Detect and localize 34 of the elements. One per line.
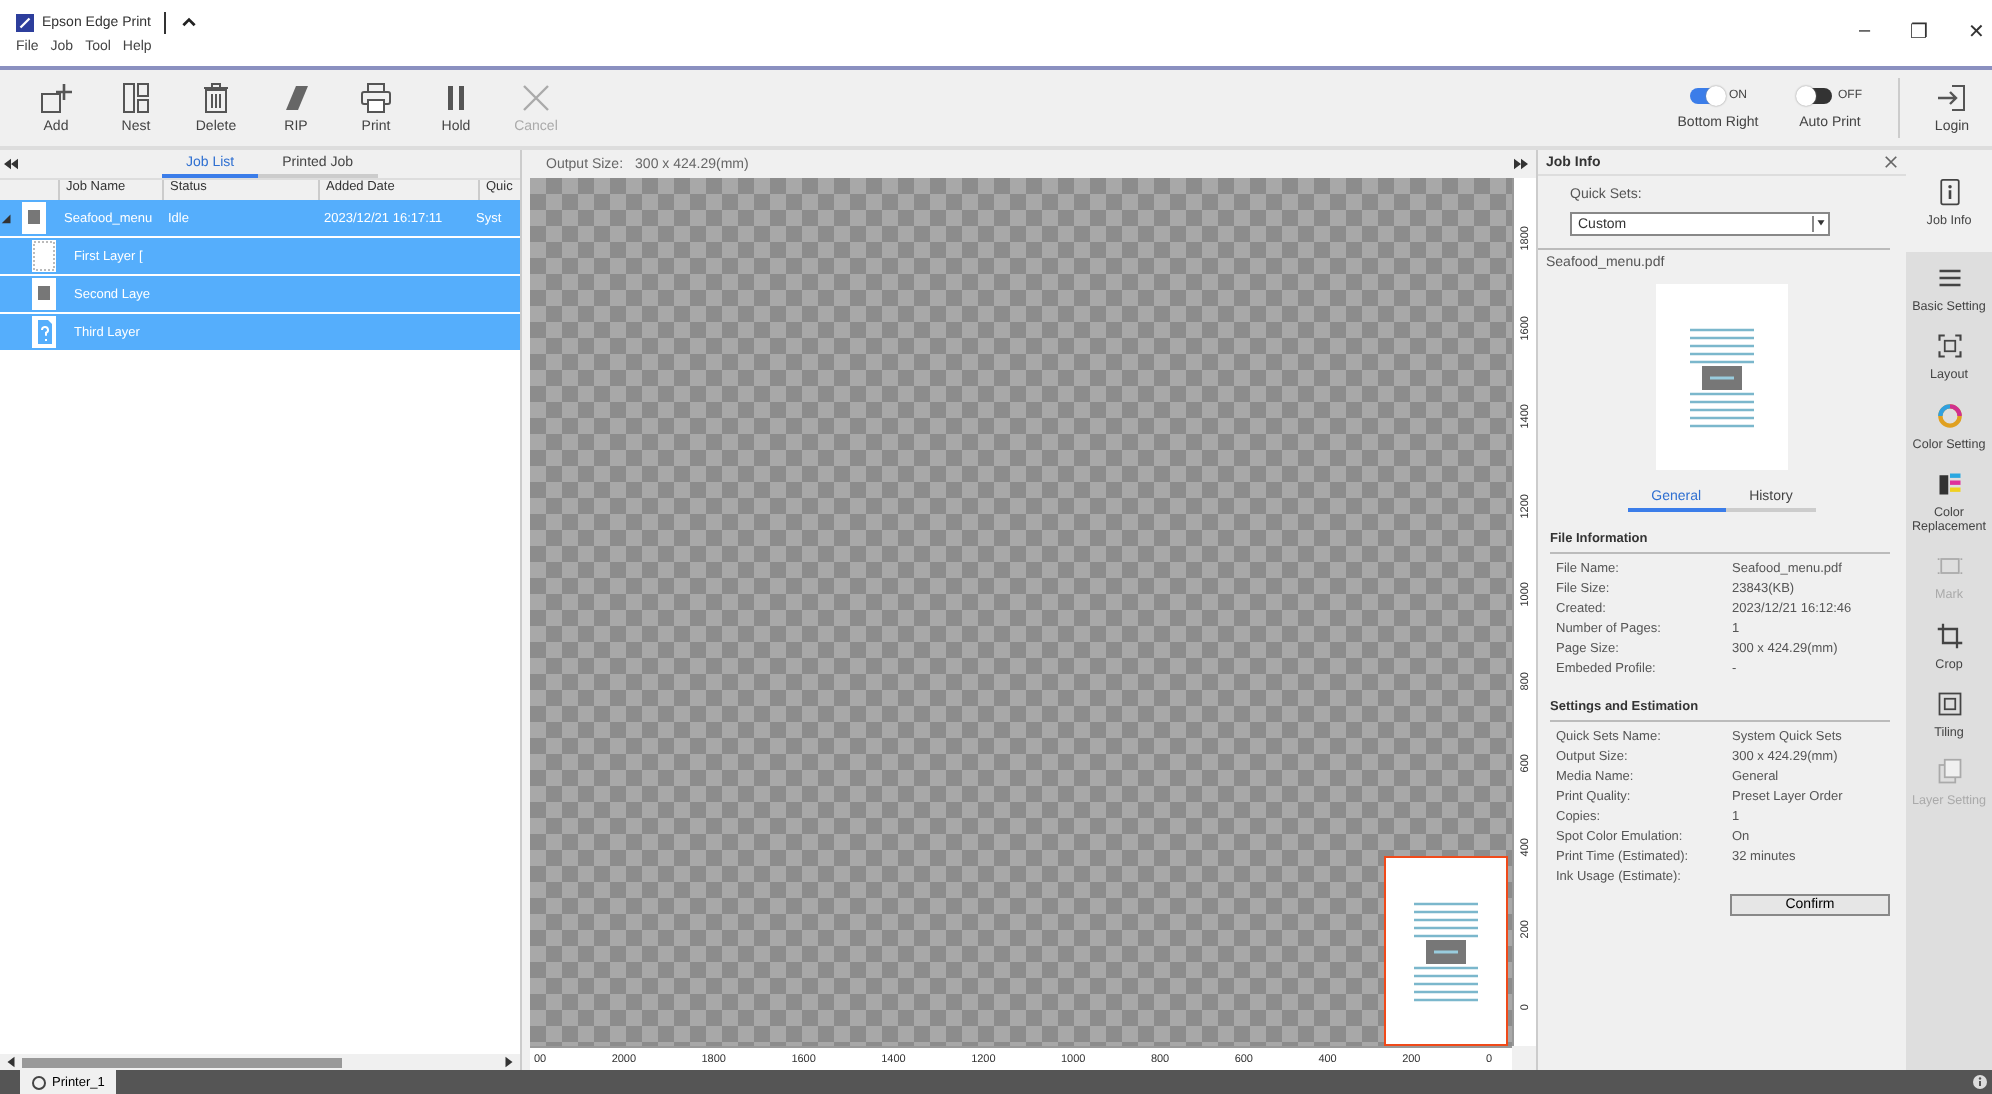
layers-icon <box>1935 758 1963 787</box>
tiling-icon <box>1935 689 1963 718</box>
close-icon[interactable] <box>1884 156 1898 168</box>
minimize-button[interactable]: – <box>1858 20 1870 42</box>
chevron-up-icon[interactable] <box>180 14 199 32</box>
printer-status-icon <box>32 1075 46 1089</box>
crop-icon <box>1935 621 1963 650</box>
frame-icon <box>1935 332 1963 361</box>
question-file-icon <box>32 316 56 348</box>
info-icon <box>1935 178 1963 206</box>
separator <box>164 12 167 34</box>
image-thumbnail-icon <box>32 278 56 310</box>
image-thumbnail-icon <box>22 202 46 234</box>
login-icon <box>1936 82 1968 114</box>
dropdown-arrow-icon <box>1814 216 1828 228</box>
blank-page-icon <box>32 240 56 272</box>
restore-button[interactable]: ❐ <box>1910 20 1928 44</box>
color-wheel-icon <box>1935 401 1963 430</box>
toggle-switch[interactable] <box>1798 87 1832 103</box>
app-icon <box>16 14 34 32</box>
slash-icon <box>280 82 312 114</box>
printer-icon <box>360 82 392 114</box>
trash-icon <box>200 82 232 114</box>
toggle-switch[interactable] <box>1689 87 1723 103</box>
close-icon <box>520 82 552 114</box>
swatch-icon <box>1935 469 1963 498</box>
collapse-icon[interactable] <box>4 158 18 170</box>
expand-panel-icon[interactable] <box>1514 158 1528 170</box>
close-button[interactable]: ✕ <box>1968 20 1984 44</box>
expand-arrow-icon[interactable] <box>0 212 14 224</box>
add-icon <box>40 82 72 114</box>
columns-icon <box>120 82 152 114</box>
print-preview[interactable] <box>1384 856 1508 1046</box>
horizontal-scrollbar[interactable] <box>0 1054 520 1070</box>
